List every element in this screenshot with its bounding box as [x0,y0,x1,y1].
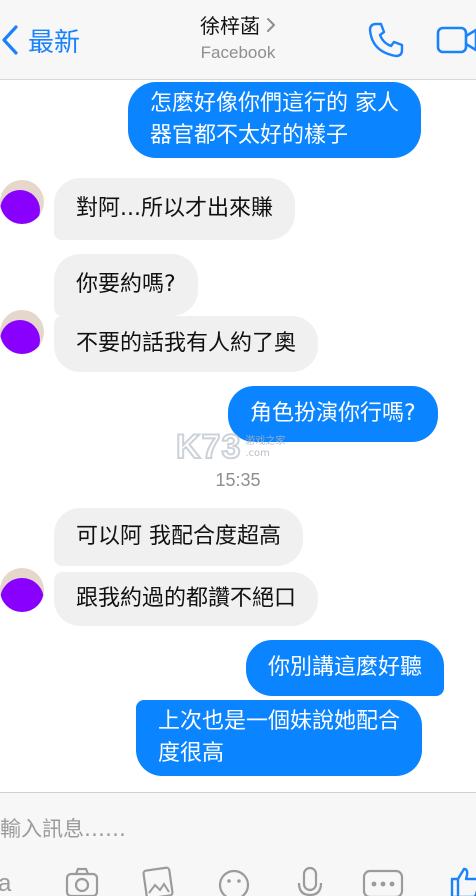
svg-text:a: a [0,870,12,896]
chevron-right-icon [267,17,275,32]
back-label: 最新 [28,27,81,58]
avatar-mask [0,190,40,224]
conversation-header: 最新 徐梓菡 Facebook [0,0,476,80]
camera-icon[interactable] [64,865,100,896]
outgoing-message[interactable]: 怎麼好像你們這行的 家人 器官都不太好的樣子 [128,82,421,158]
more-icon[interactable] [362,865,404,896]
chevron-left-icon [2,25,18,55]
watermark-line: .com [245,447,270,459]
avatar[interactable] [0,568,44,612]
back-button[interactable]: 最新 [0,22,80,58]
message-line: 度很高 [158,741,225,766]
phone-icon[interactable] [366,20,406,60]
avatar-mask [0,578,44,612]
incoming-message[interactable]: 跟我約過的都讚不絕口 [54,572,319,626]
like-icon[interactable] [446,865,476,896]
contact-title[interactable]: 徐梓菡 Facebook [150,10,326,63]
video-call-icon[interactable] [436,24,476,56]
watermark-logo: K73 [175,427,242,467]
contact-name: 徐梓菡 [200,14,260,38]
timestamp: 15:35 [215,470,261,490]
incoming-message[interactable]: 對阿...所以才出來賺 [54,178,295,240]
sticker-icon[interactable] [216,865,252,896]
text-icon[interactable]: a [0,865,28,896]
message-line: 上次也是一個妹說她配合 [158,709,401,734]
outgoing-message[interactable]: 你別講這麼好聽 [246,640,445,696]
avatar-mask [0,320,40,354]
watermark-line: 游戏之家 [245,435,286,447]
watermark: K73 游戏之家 .com [175,427,286,467]
incoming-message[interactable]: 你要約嗎? [54,254,198,316]
incoming-message[interactable]: 不要的話我有人約了奧 [54,316,319,372]
avatar[interactable] [0,180,44,224]
microphone-icon[interactable] [292,865,328,896]
outgoing-message[interactable]: 上次也是一個妹說她配合 度很高 [136,700,423,776]
photo-icon[interactable] [140,865,176,896]
contact-subtitle: Facebook [200,43,276,62]
message-line: 器官都不太好的樣子 [150,123,349,148]
message-line: 怎麼好像你們這行的 家人 [150,91,399,116]
composer-toolbar: a [0,865,476,896]
message-input[interactable]: 輸入訊息…… [0,813,126,843]
avatar[interactable] [0,310,44,354]
composer-bar: 輸入訊息…… a [0,792,476,896]
incoming-message[interactable]: 可以阿 我配合度超高 [54,508,303,566]
